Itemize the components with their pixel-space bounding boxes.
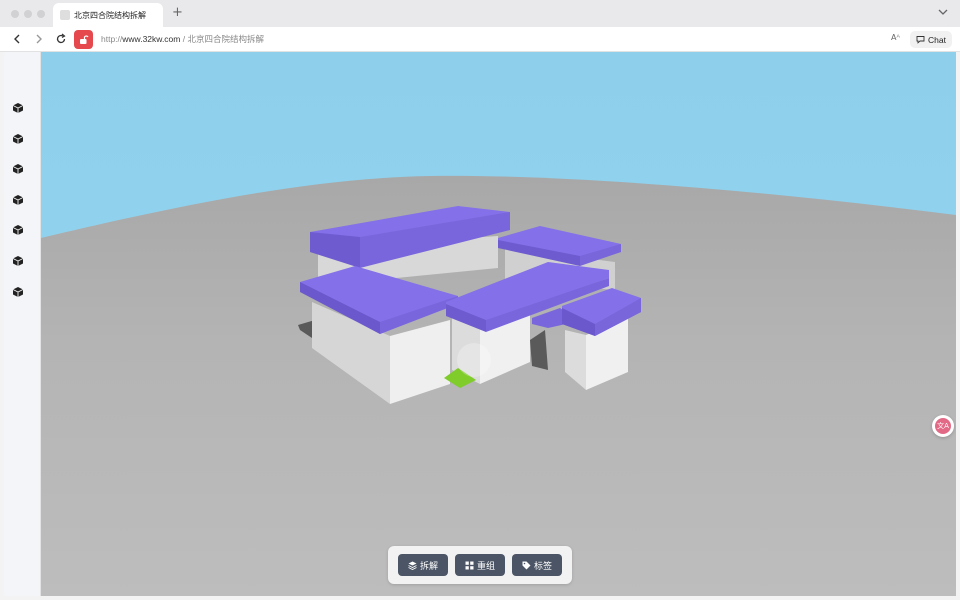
forward-arrow-icon[interactable]: [33, 33, 45, 45]
reassemble-button[interactable]: 重组: [455, 554, 505, 576]
tab-title: 北京四合院结构拆解: [74, 10, 146, 20]
window-frame: [0, 596, 960, 600]
translate-button[interactable]: 文A: [932, 415, 954, 437]
tab-bar: 北京四合院结构拆解 +: [0, 0, 960, 27]
window-frame: [956, 52, 960, 600]
address-bar: http://www.32kw.com / 北京四合院结构拆解 Aᴬ Chat: [0, 27, 960, 52]
minimize-window-button[interactable]: [24, 10, 32, 18]
chat-button[interactable]: Chat: [910, 31, 952, 48]
back-arrow-icon[interactable]: [11, 33, 23, 45]
grid-icon: [465, 561, 474, 569]
courtyard-3d-model[interactable]: [41, 52, 956, 596]
unlock-icon: [80, 35, 89, 44]
control-panel: 拆解 重组 标签: [388, 546, 572, 584]
3d-viewport[interactable]: [41, 52, 956, 596]
left-toolbar: [4, 52, 41, 596]
new-tab-button[interactable]: +: [172, 6, 183, 20]
reload-icon[interactable]: [55, 33, 67, 45]
url-path: / 北京四合院结构拆解: [180, 34, 264, 44]
cube-icon[interactable]: [12, 286, 24, 298]
cube-icon[interactable]: [12, 194, 24, 206]
read-aloud-button[interactable]: Aᴬ: [891, 33, 900, 42]
url-scheme: http://: [101, 34, 123, 44]
chat-label: Chat: [928, 34, 946, 45]
chevron-down-icon[interactable]: [938, 7, 948, 17]
tags-icon: [522, 561, 531, 569]
close-window-button[interactable]: [11, 10, 19, 18]
layers-icon: [408, 561, 417, 570]
cube-icon[interactable]: [12, 163, 24, 175]
cube-icon[interactable]: [12, 133, 24, 145]
maximize-window-button[interactable]: [37, 10, 45, 18]
orbit-cursor: [457, 343, 491, 377]
site-security-button[interactable]: [74, 30, 93, 49]
cube-icon[interactable]: [12, 102, 24, 114]
url-host: www.32kw.com: [122, 34, 181, 44]
url-field[interactable]: http://www.32kw.com / 北京四合院结构拆解: [101, 33, 264, 45]
reassemble-label: 重组: [476, 561, 495, 572]
translate-icon: 文A: [935, 418, 951, 434]
cube-icon[interactable]: [12, 255, 24, 267]
cube-icon[interactable]: [12, 224, 24, 236]
page-favicon-icon: [60, 10, 70, 20]
disassemble-button[interactable]: 拆解: [398, 554, 448, 576]
chat-bubble-icon: [916, 36, 925, 44]
tab-active[interactable]: 北京四合院结构拆解: [53, 3, 163, 27]
labels-button[interactable]: 标签: [512, 554, 562, 576]
labels-label: 标签: [533, 561, 552, 572]
disassemble-label: 拆解: [419, 561, 438, 572]
